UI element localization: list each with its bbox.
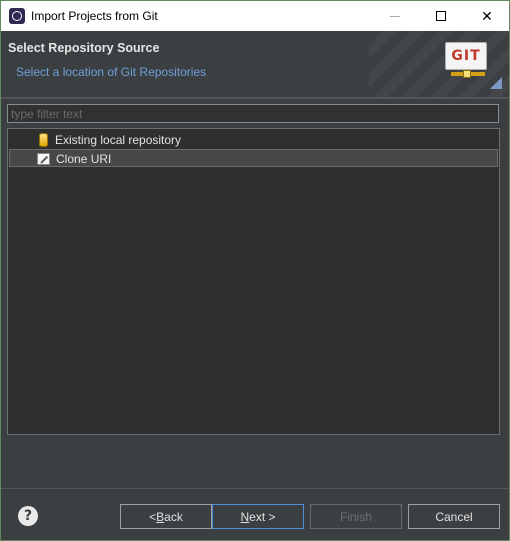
- git-logo-icon: GIT: [445, 42, 489, 80]
- help-icon[interactable]: ?: [18, 506, 38, 526]
- back-label-prefix: <: [149, 509, 157, 524]
- git-logo-knob: [463, 70, 471, 78]
- title-bar[interactable]: Import Projects from Git ✕: [1, 1, 509, 31]
- back-button[interactable]: < Back: [120, 504, 212, 529]
- eclipse-app-icon: [9, 8, 25, 24]
- filter-input[interactable]: [7, 104, 499, 123]
- minimize-button[interactable]: [372, 1, 418, 31]
- repository-source-tree[interactable]: Existing local repository Clone URI: [7, 128, 500, 435]
- minimize-icon: [390, 15, 400, 17]
- next-button[interactable]: Next >: [212, 504, 304, 529]
- tree-item-clone-uri[interactable]: Clone URI: [9, 149, 498, 167]
- close-button[interactable]: ✕: [464, 1, 510, 31]
- back-label-mnemonic: B: [156, 509, 165, 524]
- cancel-button[interactable]: Cancel: [408, 504, 500, 529]
- maximize-icon: [436, 11, 446, 21]
- banner-corner-icon: [490, 77, 502, 89]
- page-title: Select Repository Source: [8, 41, 160, 55]
- header-separator: [1, 97, 509, 99]
- page-subtitle: Select a location of Git Repositories: [16, 65, 207, 79]
- back-label-rest: ack: [164, 509, 183, 524]
- wizard-header: Select Repository Source Select a locati…: [1, 31, 509, 97]
- maximize-button[interactable]: [418, 1, 464, 31]
- close-icon: ✕: [481, 7, 493, 24]
- repository-icon: [39, 133, 48, 147]
- next-label-rest: ext >: [249, 509, 276, 524]
- tree-item-existing-local-repository[interactable]: Existing local repository: [9, 131, 498, 149]
- tree-item-label: Clone URI: [56, 152, 112, 166]
- finish-button[interactable]: Finish: [310, 504, 402, 529]
- window-title: Import Projects from Git: [31, 9, 158, 23]
- import-projects-dialog: Import Projects from Git ✕ Select Reposi…: [0, 0, 510, 541]
- clone-uri-icon: [37, 153, 50, 165]
- footer-separator: [1, 488, 509, 489]
- next-label-mnemonic: N: [240, 509, 250, 524]
- tree-item-label: Existing local repository: [55, 133, 182, 147]
- git-logo-text: GIT: [445, 42, 487, 70]
